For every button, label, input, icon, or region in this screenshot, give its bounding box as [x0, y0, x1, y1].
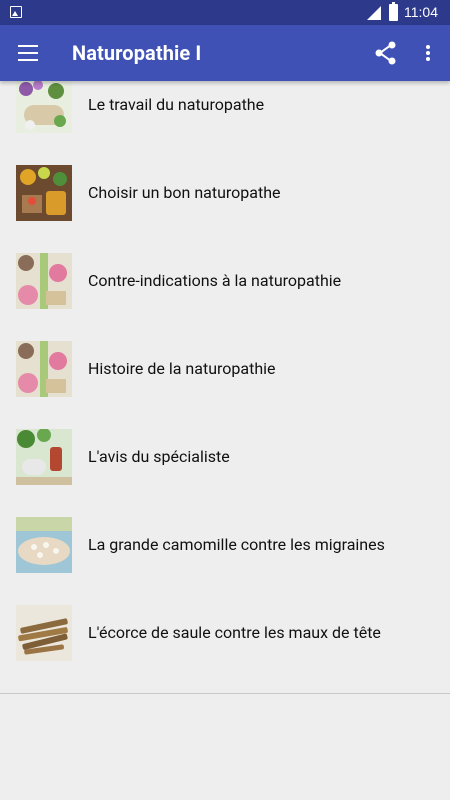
thumbnail-herbal-oils [16, 165, 72, 221]
thumbnail-pills-flowers [16, 341, 72, 397]
list-item-label: Le travail du naturopathe [88, 95, 265, 114]
list-item-label: La grande camomille contre les migraines [88, 535, 385, 554]
list-item[interactable]: Contre-indications à la naturopathie [0, 249, 450, 337]
thumbnail-willow-bark [16, 605, 72, 661]
list-item-label: Histoire de la naturopathie [88, 359, 276, 378]
battery-charging-icon [389, 2, 398, 21]
list-item-label: L'écorce de saule contre les maux de têt… [88, 623, 381, 642]
page-title: Naturopathie I [72, 41, 202, 65]
menu-icon[interactable] [0, 25, 56, 81]
signal-icon [367, 6, 381, 20]
list-item[interactable]: La grande camomille contre les migraines [0, 513, 450, 601]
thumbnail-pills-flowers [16, 253, 72, 309]
list-item-label: Choisir un bon naturopathe [88, 183, 281, 202]
thumbnail-herbs-mortar [16, 81, 72, 133]
list-item[interactable]: L'avis du spécialiste [0, 425, 450, 513]
list-bottom-divider [0, 693, 450, 694]
more-vert-icon[interactable] [410, 33, 446, 73]
app-toolbar: Naturopathie I [0, 25, 450, 81]
list-item[interactable]: Choisir un bon naturopathe [0, 161, 450, 249]
share-icon[interactable] [366, 33, 406, 73]
article-list: Le travail du naturopathe Choisir un bon… [0, 81, 450, 693]
thumbnail-herbs-bottles [16, 429, 72, 485]
status-time: 11:04 [404, 4, 438, 20]
status-bar: 11:04 [0, 0, 450, 25]
list-item-label: Contre-indications à la naturopathie [88, 271, 342, 290]
list-item[interactable]: Le travail du naturopathe [0, 81, 450, 161]
list-item[interactable]: Histoire de la naturopathie [0, 337, 450, 425]
list-item-label: L'avis du spécialiste [88, 447, 230, 466]
thumbnail-chamomile [16, 517, 72, 573]
list-item[interactable]: L'écorce de saule contre les maux de têt… [0, 601, 450, 689]
image-notification-icon [10, 6, 22, 18]
